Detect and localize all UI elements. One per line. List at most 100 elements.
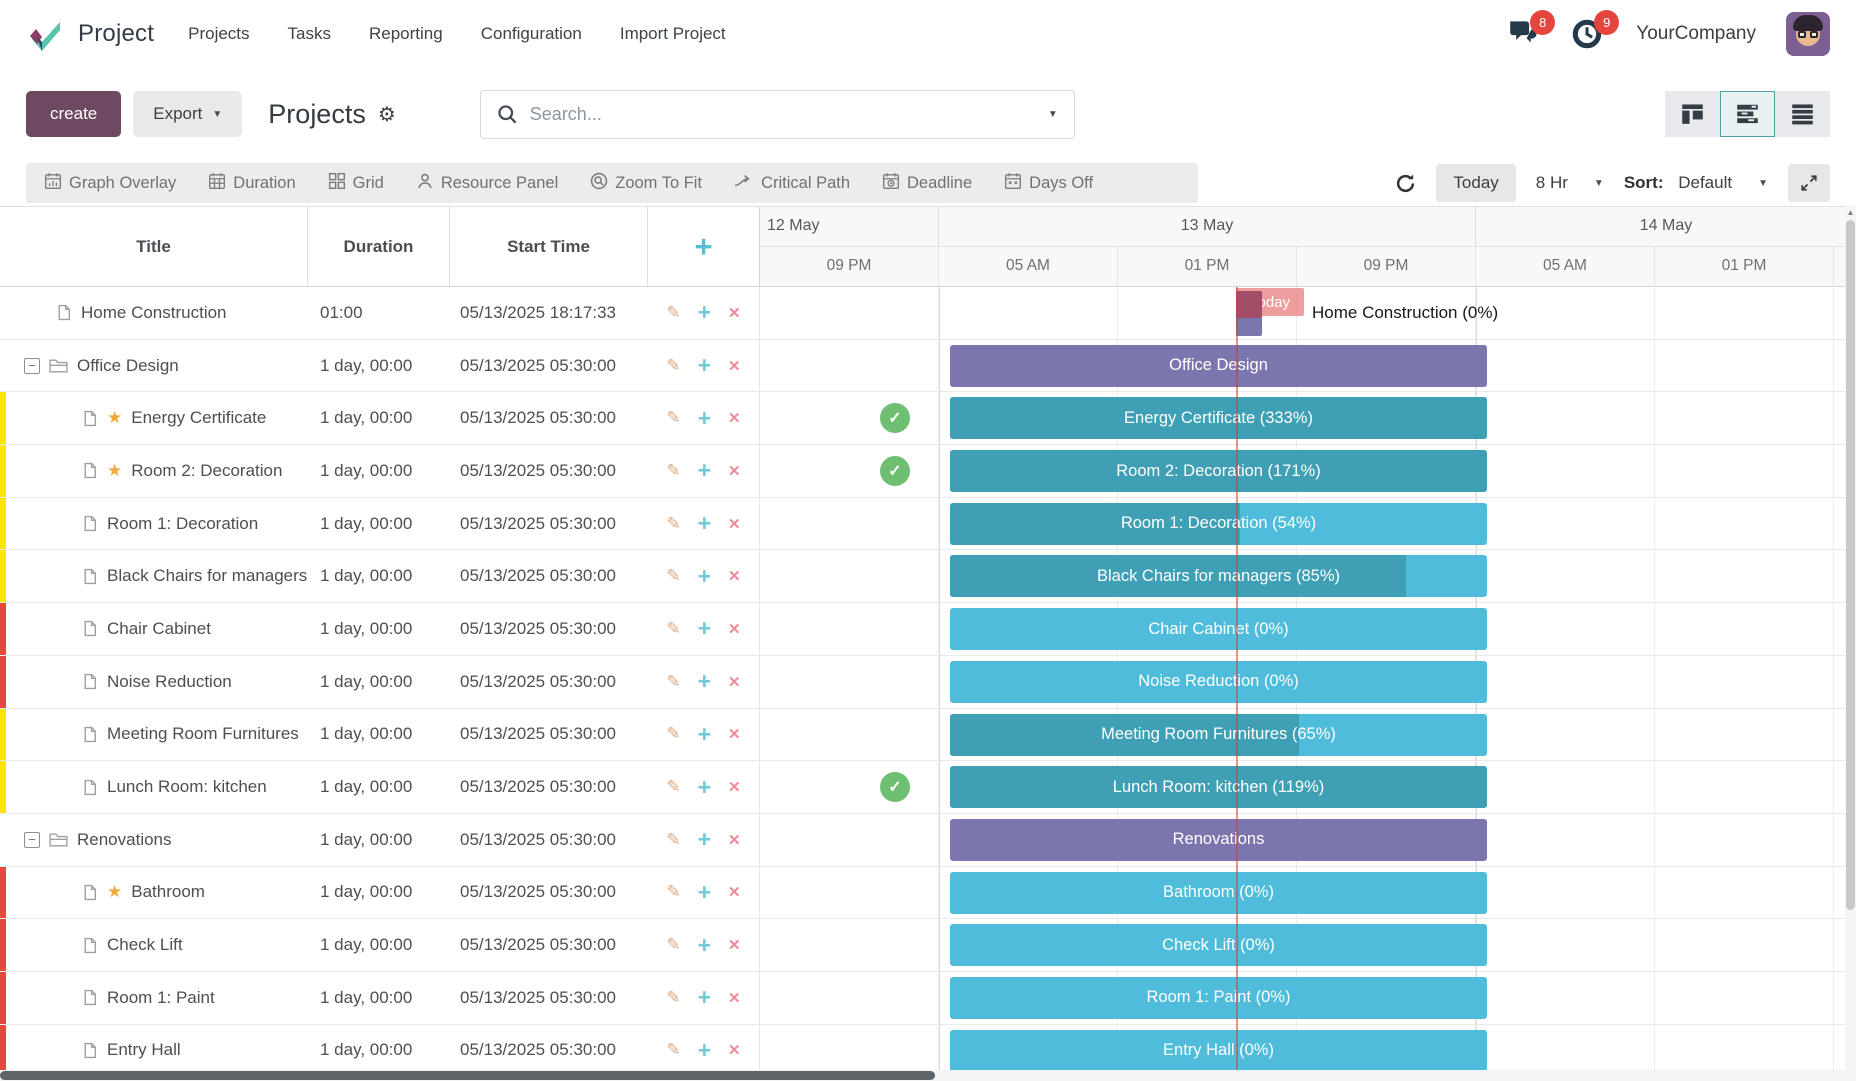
edit-pencil-icon[interactable]: ✎ — [666, 1040, 680, 1060]
delete-x-icon[interactable]: ✕ — [728, 304, 741, 322]
edit-pencil-icon[interactable]: ✎ — [666, 724, 680, 744]
add-subtask-icon[interactable]: + — [698, 986, 711, 1009]
edit-pencil-icon[interactable]: ✎ — [666, 777, 680, 797]
gear-icon[interactable]: ⚙ — [378, 102, 396, 127]
horizontal-scrollbar[interactable] — [0, 1070, 1845, 1081]
toolbar-resource-panel-button[interactable]: Resource Panel — [416, 172, 558, 195]
delete-x-icon[interactable]: ✕ — [728, 831, 741, 849]
delete-x-icon[interactable]: ✕ — [728, 989, 741, 1007]
add-subtask-icon[interactable]: + — [698, 617, 711, 640]
title-cell[interactable]: Home Construction — [0, 303, 308, 323]
gantt-group-bar[interactable]: Renovations — [950, 819, 1487, 861]
title-cell[interactable]: Noise Reduction — [0, 672, 308, 692]
title-cell[interactable]: Chair Cabinet — [0, 619, 308, 639]
edit-pencil-icon[interactable]: ✎ — [666, 356, 680, 376]
toolbar-zoom-to-fit-button[interactable]: Zoom To Fit — [590, 172, 702, 195]
gantt-task-bar[interactable]: Chair Cabinet (0%) — [950, 608, 1487, 650]
title-cell[interactable]: Check Lift — [0, 935, 308, 955]
title-cell[interactable]: Room 1: Decoration — [0, 514, 308, 534]
title-cell[interactable]: Room 1: Paint — [0, 988, 308, 1008]
vertical-scrollbar-thumb[interactable] — [1846, 220, 1855, 910]
nav-item-projects[interactable]: Projects — [188, 24, 249, 44]
gantt-task-bar[interactable]: Room 2: Decoration (171%) — [950, 450, 1487, 492]
add-subtask-icon[interactable]: + — [698, 512, 711, 535]
gantt-view-button[interactable] — [1720, 91, 1775, 137]
gantt-task-bar[interactable]: Meeting Room Furnitures (65%) — [950, 714, 1487, 756]
gantt-task-bar[interactable]: Room 1: Paint (0%) — [950, 977, 1487, 1019]
edit-pencil-icon[interactable]: ✎ — [666, 303, 680, 323]
delete-x-icon[interactable]: ✕ — [728, 1041, 741, 1059]
edit-pencil-icon[interactable]: ✎ — [666, 566, 680, 586]
company-name[interactable]: YourCompany — [1636, 23, 1756, 45]
delete-x-icon[interactable]: ✕ — [728, 515, 741, 533]
add-subtask-icon[interactable]: + — [698, 407, 711, 430]
activities-button[interactable]: 9 — [1572, 19, 1606, 49]
kanban-view-button[interactable] — [1665, 91, 1720, 137]
edit-pencil-icon[interactable]: ✎ — [666, 935, 680, 955]
gantt-bar[interactable] — [1236, 316, 1262, 336]
nav-item-configuration[interactable]: Configuration — [481, 24, 582, 44]
title-cell[interactable]: Lunch Room: kitchen — [0, 777, 308, 797]
toolbar-deadline-button[interactable]: Deadline — [882, 172, 972, 195]
toolbar-duration-button[interactable]: Duration — [208, 172, 295, 195]
vertical-scrollbar[interactable]: ▲ — [1845, 206, 1856, 1081]
app-brand[interactable]: Project — [26, 15, 154, 53]
edit-pencil-icon[interactable]: ✎ — [666, 830, 680, 850]
search-input[interactable] — [530, 104, 1036, 125]
scale-select[interactable]: 8 Hr ▼ — [1536, 173, 1604, 193]
user-avatar[interactable] — [1786, 12, 1830, 56]
delete-x-icon[interactable]: ✕ — [728, 725, 741, 743]
gantt-task-bar[interactable]: Noise Reduction (0%) — [950, 661, 1487, 703]
gantt-task-bar[interactable]: Black Chairs for managers (85%) — [950, 555, 1487, 597]
title-cell[interactable]: −Office Design — [0, 356, 308, 376]
add-subtask-icon[interactable]: + — [698, 828, 711, 851]
star-icon[interactable]: ★ — [107, 882, 122, 902]
gantt-group-bar[interactable]: Office Design — [950, 345, 1487, 387]
gantt-task-bar[interactable]: Bathroom (0%) — [950, 872, 1487, 914]
sort-select[interactable]: Sort: Default ▼ — [1624, 173, 1768, 193]
delete-x-icon[interactable]: ✕ — [728, 883, 741, 901]
delete-x-icon[interactable]: ✕ — [728, 409, 741, 427]
add-subtask-icon[interactable]: + — [698, 670, 711, 693]
add-subtask-icon[interactable]: + — [698, 565, 711, 588]
title-cell[interactable]: −Renovations — [0, 830, 308, 850]
delete-x-icon[interactable]: ✕ — [728, 778, 741, 796]
export-button[interactable]: Export ▼ — [133, 91, 242, 137]
title-cell[interactable]: Black Chairs for managers — [0, 566, 308, 586]
star-icon[interactable]: ★ — [107, 461, 122, 481]
edit-pencil-icon[interactable]: ✎ — [666, 882, 680, 902]
add-subtask-icon[interactable]: + — [698, 354, 711, 377]
add-subtask-icon[interactable]: + — [698, 459, 711, 482]
delete-x-icon[interactable]: ✕ — [728, 357, 741, 375]
edit-pencil-icon[interactable]: ✎ — [666, 619, 680, 639]
scroll-up-icon[interactable]: ▲ — [1845, 208, 1856, 217]
refresh-button[interactable] — [1395, 173, 1416, 194]
edit-pencil-icon[interactable]: ✎ — [666, 514, 680, 534]
column-header-duration[interactable]: Duration — [308, 207, 450, 286]
edit-pencil-icon[interactable]: ✎ — [666, 988, 680, 1008]
nav-item-import-project[interactable]: Import Project — [620, 24, 726, 44]
toolbar-graph-overlay-button[interactable]: Graph Overlay — [44, 172, 176, 195]
star-icon[interactable]: ★ — [107, 408, 122, 428]
gantt-task-bar[interactable]: Room 1: Decoration (54%) — [950, 503, 1487, 545]
create-button[interactable]: create — [26, 91, 121, 137]
collapse-toggle-icon[interactable]: − — [24, 358, 40, 374]
fullscreen-button[interactable] — [1788, 164, 1830, 202]
title-cell[interactable]: ★Room 2: Decoration — [0, 461, 308, 481]
delete-x-icon[interactable]: ✕ — [728, 673, 741, 691]
add-subtask-icon[interactable]: + — [698, 723, 711, 746]
gantt-task-bar[interactable]: Lunch Room: kitchen (119%) — [950, 766, 1487, 808]
add-subtask-icon[interactable]: + — [698, 1039, 711, 1062]
horizontal-scrollbar-thumb[interactable] — [0, 1071, 935, 1080]
title-cell[interactable]: ★Energy Certificate — [0, 408, 308, 428]
toolbar-grid-button[interactable]: Grid — [328, 172, 384, 195]
gantt-task-bar[interactable]: Energy Certificate (333%) — [950, 397, 1487, 439]
nav-item-tasks[interactable]: Tasks — [288, 24, 331, 44]
gantt-task-bar[interactable]: Check Lift (0%) — [950, 924, 1487, 966]
add-subtask-icon[interactable]: + — [698, 776, 711, 799]
delete-x-icon[interactable]: ✕ — [728, 620, 741, 638]
list-view-button[interactable] — [1775, 91, 1830, 137]
edit-pencil-icon[interactable]: ✎ — [666, 461, 680, 481]
title-cell[interactable]: ★Bathroom — [0, 882, 308, 902]
add-subtask-icon[interactable]: + — [698, 301, 711, 324]
